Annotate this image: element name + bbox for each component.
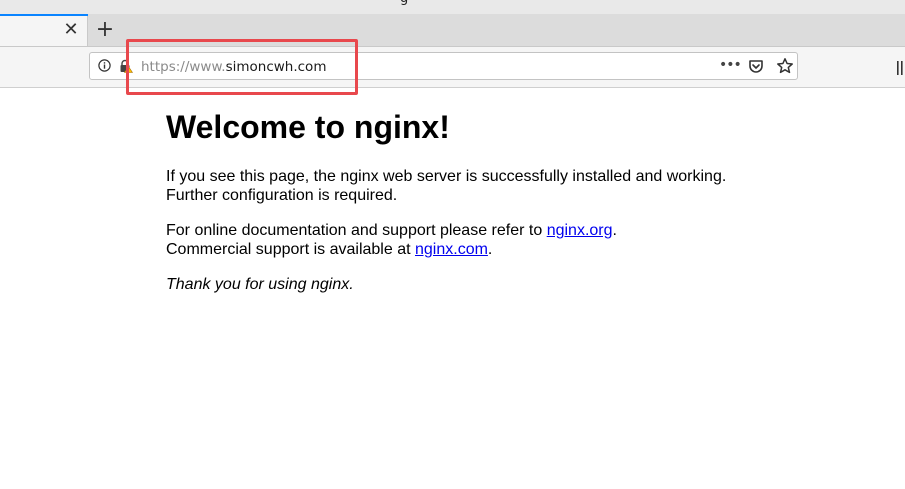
url-host: simoncwh.com — [225, 59, 327, 75]
address-bar[interactable]: https://www.simoncwh.com ••• — [89, 52, 798, 80]
support-text-2: Commercial support is available at — [166, 241, 415, 258]
tab-strip: ✕ + — [0, 14, 905, 47]
intro-paragraph: If you see this page, the nginx web serv… — [166, 167, 726, 205]
support-period-1: . — [612, 222, 617, 239]
thank-you-text: Thank you for using nginx. — [166, 276, 354, 293]
star-icon[interactable] — [776, 57, 794, 75]
new-tab-button[interactable]: + — [95, 19, 115, 41]
page-heading: Welcome to nginx! — [166, 109, 450, 145]
tab-active[interactable]: ✕ — [0, 14, 88, 46]
info-icon[interactable] — [98, 59, 111, 72]
nginx-org-link[interactable]: nginx.org — [547, 222, 613, 239]
library-icon[interactable] — [896, 60, 905, 76]
pocket-icon[interactable] — [748, 58, 764, 74]
intro-line-2: Further configuration is required. — [166, 187, 398, 204]
url-scheme: https://www. — [141, 59, 226, 75]
lock-warning-icon[interactable] — [119, 59, 133, 73]
intro-line-1: If you see this page, the nginx web serv… — [166, 168, 727, 185]
url-text[interactable]: https://www.simoncwh.com — [141, 59, 326, 75]
navigation-toolbar: https://www.simoncwh.com ••• — [0, 47, 905, 88]
close-tab-icon[interactable]: ✕ — [63, 20, 79, 40]
support-paragraph: For online documentation and support ple… — [166, 221, 617, 259]
support-text-1: For online documentation and support ple… — [166, 222, 547, 239]
page-actions-icon[interactable]: ••• — [719, 58, 742, 74]
nginx-com-link[interactable]: nginx.com — [415, 241, 488, 258]
support-period-2: . — [487, 241, 493, 258]
window-title: g — [400, 0, 408, 6]
window-titlebar: g — [0, 0, 905, 14]
